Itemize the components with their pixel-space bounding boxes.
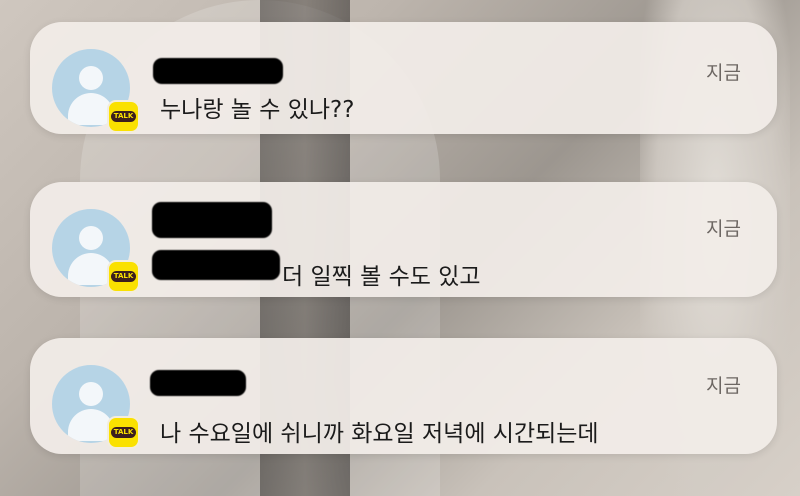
talk-badge-label: TALK	[110, 271, 137, 282]
redacted-sender-name	[152, 202, 272, 238]
notification-message: 나 수요일에 쉬니까 화요일 저녁에 시간되는데	[160, 421, 599, 447]
talk-badge-label: TALK	[110, 111, 137, 122]
person-icon-head	[79, 226, 103, 250]
kakaotalk-app-icon: TALK	[107, 100, 140, 133]
kakaotalk-app-icon: TALK	[107, 416, 140, 449]
redacted-sender-name	[153, 58, 283, 84]
notification-time: 지금	[706, 62, 741, 84]
notification-card[interactable]: TALK 지금 나 수요일에 쉬니까 화요일 저녁에 시간되는데	[30, 338, 777, 454]
notification-time: 지금	[706, 375, 741, 397]
notification-message: 누나랑 놀 수 있나??	[160, 97, 355, 123]
kakaotalk-app-icon: TALK	[107, 260, 140, 293]
person-icon-head	[79, 66, 103, 90]
notification-card[interactable]: TALK 지금 누나랑 놀 수 있나??	[30, 22, 777, 134]
notification-card[interactable]: TALK 지금 더 일찍 볼 수도 있고	[30, 182, 777, 297]
notification-time: 지금	[706, 218, 741, 240]
notification-message: 더 일찍 볼 수도 있고	[282, 264, 481, 290]
talk-badge-label: TALK	[110, 427, 137, 438]
person-icon-head	[79, 382, 103, 406]
redacted-message-prefix	[152, 250, 280, 280]
redacted-sender-name	[150, 370, 246, 396]
